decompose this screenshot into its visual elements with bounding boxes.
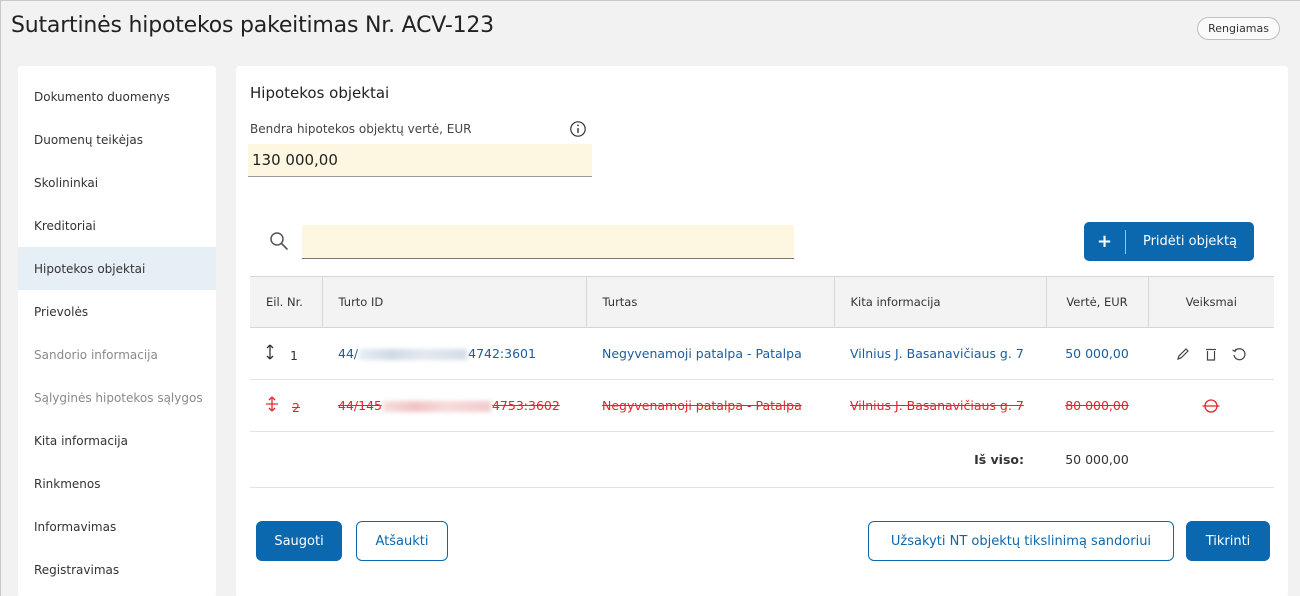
actions-cell (1148, 328, 1274, 380)
cancel-button[interactable]: Atšaukti (356, 521, 448, 561)
actions-cell (1148, 380, 1274, 432)
row-number-cell: 2 (250, 380, 322, 432)
delete-icon[interactable] (1203, 346, 1219, 362)
redacted-id (359, 349, 468, 360)
add-object-button[interactable]: + Pridėti objektą (1084, 222, 1254, 261)
add-object-label: Pridėti objektą (1142, 234, 1238, 249)
asset-id-cell[interactable]: 44/145 4753:3602 (322, 380, 586, 432)
total-row: Iš viso: 50 000,00 (250, 432, 1274, 488)
window-frame: Sutartinės hipotekos pakeitimas Nr. ACV-… (0, 0, 1300, 596)
sidebar-item-informavimas[interactable]: Informavimas (18, 505, 216, 548)
history-icon[interactable] (1231, 346, 1247, 362)
check-button[interactable]: Tikrinti (1186, 521, 1270, 561)
asset-id-suffix: 4753:3602 (491, 398, 560, 413)
total-value-label: Bendra hipotekos objektų vertė, EUR (250, 122, 472, 136)
search-icon (270, 232, 288, 250)
section-title: Hipotekos objektai (250, 84, 390, 102)
table-row-deleted: 2 44/145 4753:3602 Negyvenamoji patalpa -… (250, 380, 1274, 432)
page-title: Sutartinės hipotekos pakeitimas Nr. ACV-… (11, 13, 494, 38)
value-cell: 80 000,00 (1065, 398, 1129, 413)
sidebar-item-dokumento-duomenys[interactable]: Dokumento duomenys (18, 75, 216, 118)
restore-icon[interactable] (1201, 398, 1221, 414)
move-icon[interactable] (264, 344, 276, 360)
search-input[interactable] (302, 225, 794, 259)
table-row: 1 44/4742:3601 Negyvenamoji patalpa - Pa… (250, 328, 1274, 380)
status-badge: Rengiamas (1197, 17, 1280, 40)
table-header-row: Eil. Nr. Turto ID Turtas Kita informacij… (250, 276, 1274, 328)
sidebar-item-prievoles[interactable]: Prievolės (18, 290, 216, 333)
sidebar-item-kreditoriai[interactable]: Kreditoriai (18, 204, 216, 247)
row-number-cell: 1 (250, 328, 322, 380)
objects-table-wrapper: Eil. Nr. Turto ID Turtas Kita informacij… (250, 276, 1274, 488)
sidebar-item-registravimas[interactable]: Registravimas (18, 548, 216, 591)
total-value-field[interactable] (248, 144, 592, 177)
sidebar-item-hipotekos-objektai[interactable]: Hipotekos objektai (18, 247, 216, 290)
total-label: Iš viso: (974, 452, 1024, 467)
plus-icon: + (1084, 229, 1126, 254)
sidebar-item-kita-informacija[interactable]: Kita informacija (18, 419, 216, 462)
sidebar-item-sandorio-informacija[interactable]: Sandorio informacija (18, 333, 216, 376)
objects-table: Eil. Nr. Turto ID Turtas Kita informacij… (250, 276, 1274, 488)
redacted-id (382, 401, 491, 412)
column-header-no: Eil. Nr. (250, 276, 323, 328)
asset-cell[interactable]: Negyvenamoji patalpa - Patalpa (586, 380, 834, 432)
value-cell: 50 000,00 (1065, 346, 1129, 361)
sidebar-item-skolininkai[interactable]: Skolininkai (18, 161, 216, 204)
row-number: 1 (290, 348, 298, 363)
sidebar: Dokumento duomenys Duomenų teikėjas Skol… (18, 66, 216, 596)
asset-cell[interactable]: Negyvenamoji patalpa - Patalpa (586, 328, 834, 380)
asset-id-prefix: 44/ (338, 346, 359, 361)
sidebar-item-salygines-hipotekos-salygos[interactable]: Sąlyginės hipotekos sąlygos (18, 376, 216, 419)
column-header-actions: Veiksmai (1185, 295, 1237, 309)
info-cell[interactable]: Vilnius J. Basanavičiaus g. 7 (834, 328, 1046, 380)
total-value: 50 000,00 (1065, 452, 1129, 467)
row-number: 2 (292, 400, 300, 415)
info-cell[interactable]: Vilnius J. Basanavičiaus g. 7 (834, 380, 1046, 432)
asset-id-suffix: 4742:3601 (468, 346, 536, 361)
edit-icon[interactable] (1175, 346, 1191, 362)
column-header-info: Kita informacija (834, 276, 1047, 328)
sidebar-item-rinkmenos[interactable]: Rinkmenos (18, 462, 216, 505)
sidebar-item-duomenu-teikejas[interactable]: Duomenų teikėjas (18, 118, 216, 161)
column-header-value: Vertė, EUR (1046, 276, 1149, 328)
order-nt-refinement-button[interactable]: Užsakyti NT objektų tikslinimą sandoriui (868, 521, 1174, 561)
asset-id-prefix: 44/145 (338, 398, 382, 413)
column-header-id: Turto ID (322, 276, 587, 328)
column-header-asset: Turtas (586, 276, 835, 328)
move-icon[interactable] (266, 396, 278, 412)
total-empty-cell (1148, 432, 1274, 488)
asset-id-cell[interactable]: 44/4742:3601 (322, 328, 586, 380)
info-icon[interactable] (569, 120, 587, 138)
save-button[interactable]: Saugoti (256, 521, 342, 561)
main-panel: Hipotekos objektai Bendra hipotekos obje… (236, 66, 1288, 596)
